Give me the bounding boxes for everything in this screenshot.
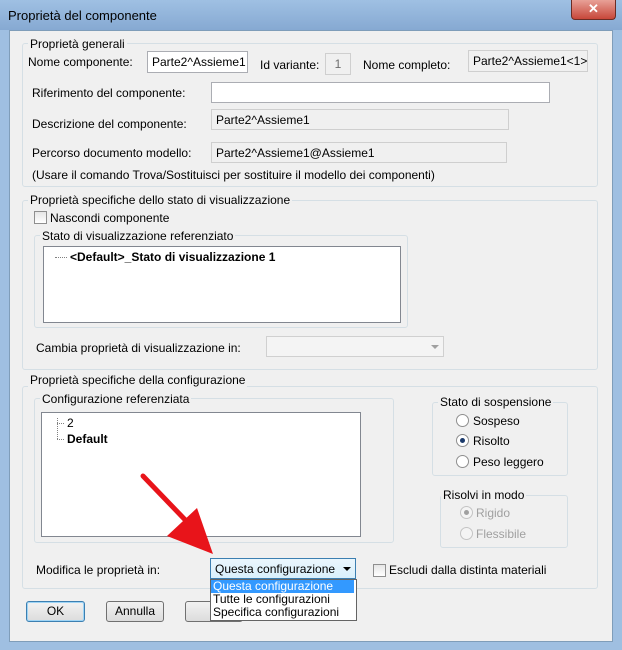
display-state-title: Proprietà specifiche dello stato di visu… (28, 193, 293, 207)
full-name-field: Parte2^Assieme1<1> (468, 50, 588, 72)
hide-component-checkbox[interactable] (34, 211, 47, 224)
chevron-down-icon (431, 345, 439, 349)
reference-label: Riferimento del componente: (32, 86, 186, 100)
solve-as-title: Risolvi in modo (441, 488, 527, 502)
component-name-field[interactable]: Parte2^Assieme1 (147, 51, 248, 73)
cancel-button[interactable]: Annulla (106, 601, 164, 622)
change-display-label: Cambia proprietà di visualizzazione in: (36, 341, 241, 355)
instance-id-label: Id variante: (260, 58, 320, 72)
tree-connector (57, 418, 58, 439)
hide-component-label: Nascondi componente (50, 211, 170, 225)
chevron-down-icon (343, 567, 351, 571)
list-item[interactable]: <Default>_Stato di visualizzazione 1 (70, 250, 275, 264)
resolved-radio[interactable] (456, 434, 469, 447)
suppression-title: Stato di sospensione (438, 395, 554, 409)
tree-connector (57, 423, 64, 424)
window-title: Proprietà del componente (8, 8, 157, 23)
suppressed-radio[interactable] (456, 414, 469, 427)
change-display-combo (266, 336, 444, 357)
suppressed-label: Sospeso (473, 414, 520, 428)
description-field: Parte2^Assieme1 (211, 109, 509, 130)
list-item[interactable]: Default (67, 432, 108, 446)
list-item[interactable]: 2 (67, 416, 74, 430)
configuration-title: Proprietà specifiche della configurazion… (28, 373, 248, 387)
component-name-label: Nome componente: (28, 55, 133, 69)
lightweight-radio[interactable] (456, 455, 469, 468)
resolved-label: Risolto (473, 434, 510, 448)
flexible-label: Flessibile (476, 527, 527, 541)
close-icon: ✕ (588, 1, 599, 16)
annotation-arrow-icon (140, 473, 213, 554)
rigid-label: Rigido (476, 506, 511, 520)
flexible-radio (460, 527, 473, 540)
tree-connector (57, 439, 64, 440)
description-label: Descrizione del componente: (32, 117, 187, 131)
dropdown-option-specify-configurations[interactable]: Specifica configurazioni (211, 606, 354, 619)
rigid-radio (460, 506, 473, 519)
general-properties-title: Proprietà generali (28, 37, 127, 51)
referenced-configuration-title: Configurazione referenziata (40, 392, 192, 406)
ok-button[interactable]: OK (26, 601, 85, 622)
referenced-display-state-title: Stato di visualizzazione referenziato (40, 229, 236, 243)
tree-connector (55, 257, 67, 258)
close-button[interactable]: ✕ (571, 0, 616, 20)
full-name-label: Nome completo: (363, 58, 451, 72)
path-field: Parte2^Assieme1@Assieme1 (211, 142, 507, 163)
lightweight-label: Peso leggero (473, 455, 544, 469)
path-label: Percorso documento modello: (32, 146, 192, 160)
modify-properties-label: Modifica le proprietà in: (36, 563, 161, 577)
exclude-bom-checkbox[interactable] (373, 564, 386, 577)
reference-field[interactable] (211, 82, 550, 103)
instance-id-field: 1 (325, 53, 351, 75)
exclude-bom-label: Escludi dalla distinta materiali (389, 563, 547, 577)
replace-model-note: (Usare il comando Trova/Sostituisci per … (32, 168, 435, 182)
modify-properties-value: Questa configurazione (215, 562, 336, 576)
